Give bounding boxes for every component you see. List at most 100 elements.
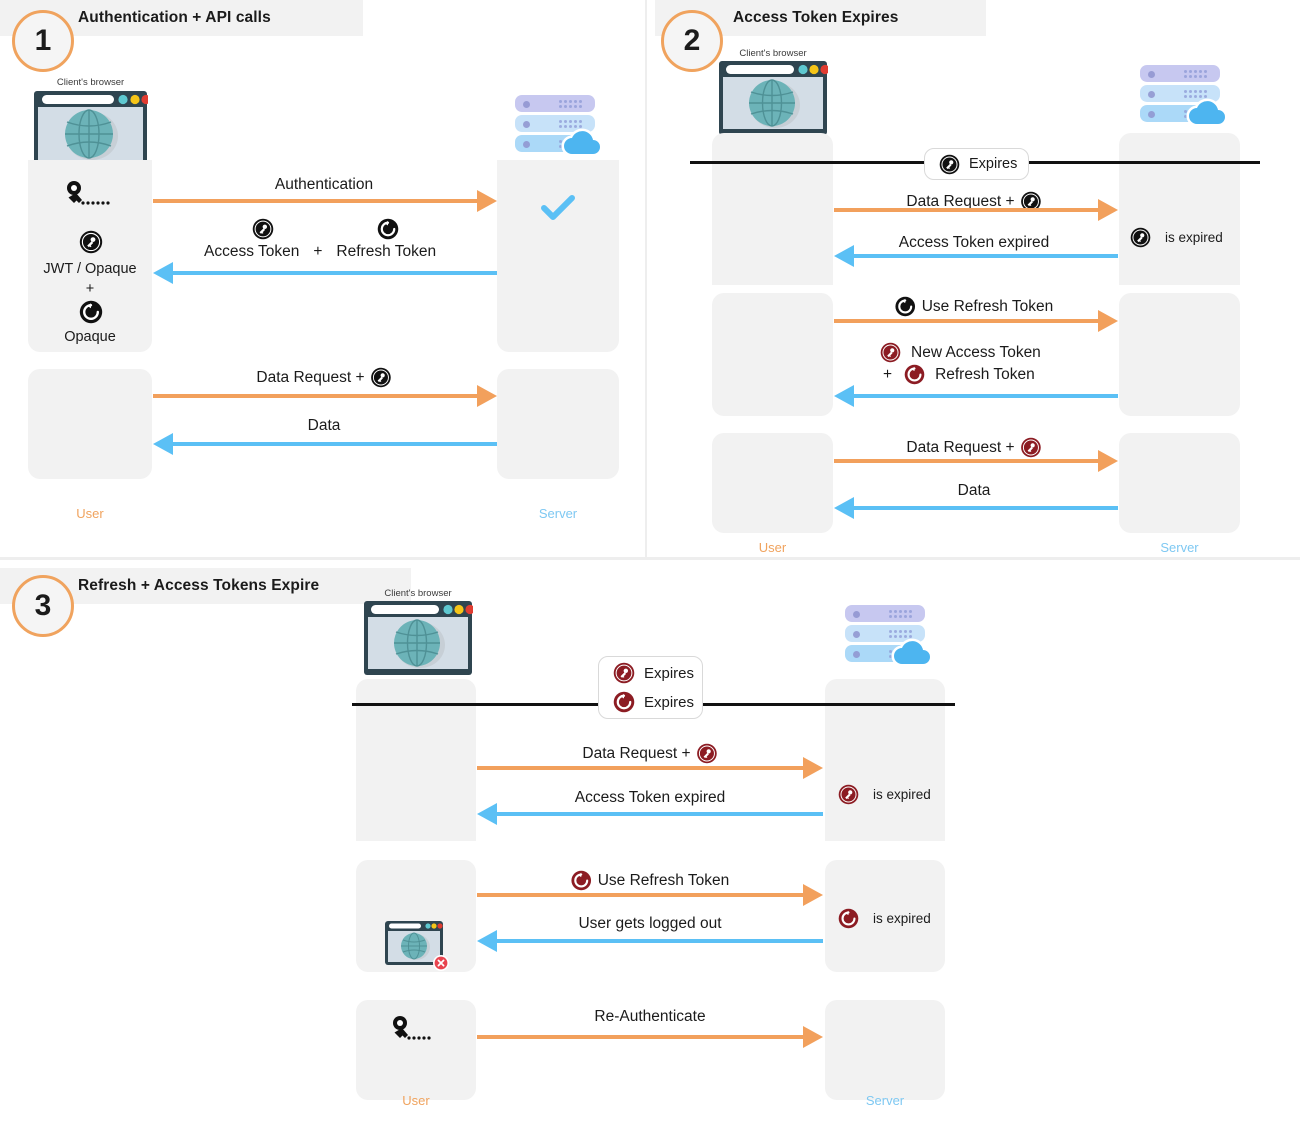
access-token-icon xyxy=(880,342,901,363)
panel-3-msg-5-text: Re-Authenticate xyxy=(594,1008,705,1026)
panel-3-expires-row-refresh: Expires xyxy=(613,691,688,713)
panel-2-arrow-new-tokens xyxy=(854,394,1118,398)
panel-3-arrow-reauthenticate xyxy=(477,1035,803,1039)
access-token-icon xyxy=(697,743,718,764)
access-token-icon xyxy=(79,230,103,254)
refresh-token-icon xyxy=(571,870,592,891)
password-key-icon xyxy=(62,180,118,208)
panel-1-msg-3-label: Data Request + xyxy=(256,367,391,388)
panel-3-user-label: User xyxy=(356,1093,476,1108)
panel-2-arrow-token-expired xyxy=(854,254,1118,258)
panel-2-expires-row: Expires xyxy=(939,154,1014,175)
panel-3-arrow-token-expired xyxy=(497,812,823,816)
panel-3-expires-badge: Expires Expires xyxy=(598,656,703,719)
browser-window-icon: Client's browser xyxy=(718,48,828,136)
panel-1-arrow-authentication xyxy=(153,199,477,203)
panel-3-msg-3-label: Use Refresh Token xyxy=(571,870,730,891)
panel-3-msg-2-text: Access Token expired xyxy=(575,789,726,807)
panel-3-server-note-2-text: is expired xyxy=(873,911,931,926)
panel-2-server-note-1: is expired xyxy=(1130,227,1223,248)
panel-1-msg-3-text: Data Request + xyxy=(256,369,364,387)
access-token-icon xyxy=(252,218,274,240)
panel-3-step-badge: 3 xyxy=(12,575,74,637)
refresh-token-icon xyxy=(79,300,103,324)
panel-2-title: Access Token Expires xyxy=(733,9,898,27)
panel-2-msg-5-text: Data Request + xyxy=(906,439,1014,457)
panel-1-title: Authentication + API calls xyxy=(78,9,271,27)
panel-1-token-line-3: Opaque xyxy=(28,328,152,346)
panel-3-arrow-logged-out xyxy=(497,939,823,943)
panel-2-user-label: User xyxy=(712,540,833,555)
panel-authentication-api-calls: Authentication + API calls 1 Client's br… xyxy=(0,0,645,557)
refresh-token-icon xyxy=(904,364,925,385)
panel-1-msg-2-access: Access Token xyxy=(204,243,299,261)
refresh-token-icon xyxy=(377,218,399,240)
panel-1-server-lane-top xyxy=(497,160,619,352)
panel-2-step-badge: 2 xyxy=(661,10,723,72)
panel-access-token-expires: Access Token Expires 2 Client's browser xyxy=(647,0,1300,557)
panel-1-msg-2-refresh: Refresh Token xyxy=(336,243,436,261)
panel-3-expires-text-access: Expires xyxy=(644,665,694,682)
panel-2-msg-5-label: Data Request + xyxy=(906,437,1041,458)
panel-2-arrow-data-request-1 xyxy=(834,208,1098,212)
panel-3-msg-2-label: Access Token expired xyxy=(575,789,726,807)
panel-1-user-label: User xyxy=(28,506,152,521)
panel-3-arrow-use-refresh xyxy=(477,893,803,897)
panel-1-msg-4-label: Data xyxy=(308,417,341,435)
panel-2-msg-6-text: Data xyxy=(958,482,991,500)
panel-1-msg-4-text: Data xyxy=(308,417,341,435)
panel-1-msg-1-text: Authentication xyxy=(275,176,373,194)
panel-2-msg-6-label: Data xyxy=(958,482,991,500)
server-stack-icon xyxy=(515,95,601,157)
panel-3-expires-text-refresh: Expires xyxy=(644,694,694,711)
panel-2-server-label: Server xyxy=(1119,540,1240,555)
panel-1-arrow-data-request xyxy=(153,394,477,398)
panel-3-server-note-1: is expired xyxy=(838,784,931,805)
panel-3-expires-row-access: Expires xyxy=(613,662,688,684)
panel-3-server-note-1-text: is expired xyxy=(873,787,931,802)
panel-2-server-lane-1 xyxy=(1119,133,1240,285)
panel-2-msg-4-line-2: + Refresh Token xyxy=(883,364,1035,385)
panel-2-server-lane-2 xyxy=(1119,293,1240,416)
panel-2-step-number: 2 xyxy=(684,26,701,56)
access-token-icon xyxy=(838,784,859,805)
refresh-token-icon xyxy=(613,691,635,713)
browser-logged-out-icon xyxy=(384,920,450,972)
server-stack-icon xyxy=(845,605,931,667)
panel-2-server-lane-3 xyxy=(1119,433,1240,533)
panel-1-token-plus: + xyxy=(28,280,152,298)
panel-1-arrow-tokens xyxy=(173,271,497,275)
browser-caption: Client's browser xyxy=(57,77,124,88)
panel-2-msg-3-text: Use Refresh Token xyxy=(922,298,1054,316)
access-token-icon xyxy=(613,662,635,684)
panel-2-msg-2-text: Access Token expired xyxy=(899,234,1050,252)
panel-2-user-lane-3 xyxy=(712,433,833,533)
check-icon xyxy=(541,195,575,221)
panel-3-arrow-data-request xyxy=(477,766,803,770)
panel-2-arrow-data-request-2 xyxy=(834,459,1098,463)
panel-2-user-lane-2 xyxy=(712,293,833,416)
panel-1-step-badge: 1 xyxy=(12,10,74,72)
browser-caption: Client's browser xyxy=(384,588,451,599)
panel-1-msg-2-label: Access Token + Refresh Token xyxy=(204,243,436,261)
panel-2-msg-4-line-1: New Access Token xyxy=(880,342,1041,363)
panel-2-msg-4-text-2: Refresh Token xyxy=(935,366,1035,384)
panel-1-msg-1-label: Authentication xyxy=(275,176,373,194)
refresh-token-icon xyxy=(838,908,859,929)
access-token-icon xyxy=(371,367,392,388)
server-stack-icon xyxy=(1140,65,1226,127)
panel-1-user-lane-bottom xyxy=(28,369,152,479)
panel-1-arrow-data xyxy=(173,442,497,446)
panel-3-server-note-2: is expired xyxy=(838,908,931,929)
refresh-token-icon xyxy=(895,296,916,317)
panel-3-msg-1-text: Data Request + xyxy=(582,745,690,763)
access-token-icon xyxy=(1021,437,1042,458)
panel-2-server-note-1-text: is expired xyxy=(1165,230,1223,245)
panel-3-step-number: 3 xyxy=(35,591,52,621)
panel-1-token-line-1: JWT / Opaque xyxy=(28,260,152,278)
browser-caption: Client's browser xyxy=(739,48,806,59)
panel-2-msg-3-label: Use Refresh Token xyxy=(895,296,1054,317)
panel-2-arrow-use-refresh xyxy=(834,319,1098,323)
panel-2-arrow-data xyxy=(854,506,1118,510)
access-token-icon xyxy=(939,154,960,175)
